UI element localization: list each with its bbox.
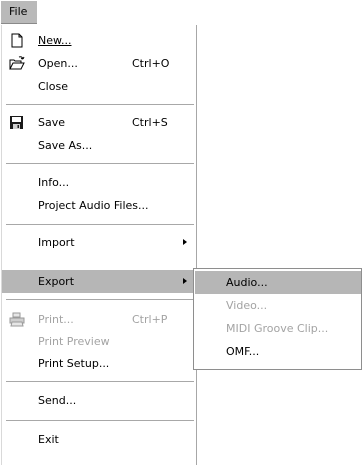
menu-separator [6, 163, 194, 165]
submenu-item-audio-label: Audio... [226, 276, 268, 289]
submenu-item-midi-groove-clip-label: MIDI Groove Clip... [226, 322, 329, 335]
menu-item-print-setup-label: Print Setup... [38, 357, 110, 370]
menu-separator [6, 420, 194, 422]
menu-item-project-audio-files[interactable]: Project Audio Files... [2, 194, 196, 217]
menu-item-import-label: Import [38, 236, 75, 249]
menu-item-new-label: New... [38, 29, 71, 52]
menu-item-print-label: Print... [38, 313, 74, 326]
chevron-right-icon [183, 239, 187, 245]
menu-item-exit-label: Exit [38, 433, 59, 446]
export-submenu: Audio... Video... MIDI Groove Clip... OM… [193, 268, 362, 370]
menu-item-save-shortcut: Ctrl+S [132, 116, 168, 129]
file-menu-label: File [9, 5, 28, 18]
menu-item-print-setup[interactable]: Print Setup... [2, 352, 196, 375]
menu-separator [6, 104, 194, 106]
submenu-item-omf-label: OMF... [226, 345, 260, 358]
new-document-icon [9, 33, 25, 48]
menu-item-open-shortcut: Ctrl+O [132, 57, 170, 70]
menu-item-save-as[interactable]: Save As... [2, 134, 196, 157]
menu-item-open[interactable]: Open... Ctrl+O [2, 52, 196, 75]
menu-item-import[interactable]: Import [2, 231, 196, 254]
menu-item-print-preview[interactable]: Print Preview [2, 330, 196, 353]
open-folder-icon [9, 56, 25, 71]
menu-item-send-label: Send... [38, 394, 77, 407]
menu-item-info-label: Info... [38, 176, 70, 189]
menu-item-send[interactable]: Send... [2, 389, 196, 412]
menu-item-export-label: Export [38, 275, 75, 288]
menu-item-save[interactable]: Save Ctrl+S [2, 111, 196, 134]
submenu-item-video-label: Video... [226, 299, 268, 312]
menu-item-print-preview-label: Print Preview [38, 335, 110, 348]
file-menu: New... Open... Ctrl+O Close Save Ctrl+S … [1, 25, 197, 465]
new-text: New... [38, 34, 72, 47]
menu-separator [6, 381, 194, 383]
submenu-item-video[interactable]: Video... [195, 294, 361, 317]
menu-item-print[interactable]: Print... Ctrl+P [2, 308, 196, 331]
menu-item-save-as-label: Save As... [38, 139, 93, 152]
file-menu-button[interactable]: File [1, 1, 37, 24]
submenu-item-midi-groove-clip[interactable]: MIDI Groove Clip... [195, 317, 361, 340]
menu-bar: File [0, 0, 197, 25]
floppy-disk-icon [9, 115, 25, 130]
chevron-right-icon [183, 278, 187, 284]
submenu-item-audio[interactable]: Audio... [195, 271, 361, 294]
menu-separator [6, 224, 194, 226]
menu-item-export[interactable]: Export [2, 270, 196, 293]
menu-item-info[interactable]: Info... [2, 171, 196, 194]
menu-item-exit[interactable]: Exit [2, 428, 196, 451]
menu-item-close[interactable]: Close [2, 75, 196, 98]
menu-item-new[interactable]: New... [2, 29, 196, 52]
submenu-item-omf[interactable]: OMF... [195, 340, 361, 363]
menu-item-project-audio-files-label: Project Audio Files... [38, 199, 149, 212]
menu-item-close-label: Close [38, 80, 68, 93]
printer-icon [9, 312, 25, 327]
menu-item-save-label: Save [38, 116, 66, 129]
menu-separator [6, 299, 194, 301]
menu-item-print-shortcut: Ctrl+P [132, 313, 168, 326]
menu-item-open-label: Open... [38, 57, 78, 70]
